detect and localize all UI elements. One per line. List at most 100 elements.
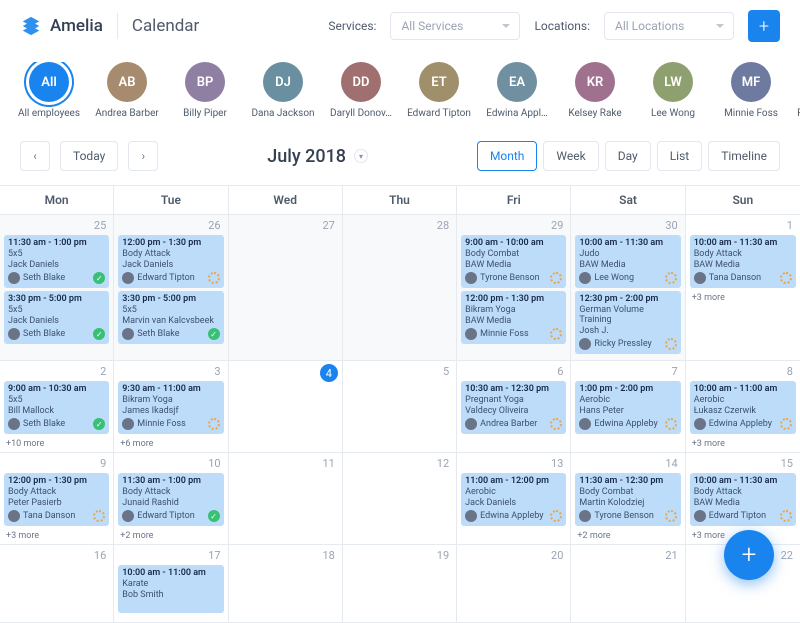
event-time: 10:30 am - 12:30 pm [465, 384, 562, 394]
day-cell[interactable]: 299:00 am - 10:00 amBody CombatBAW Media… [457, 215, 571, 361]
event-customer: BAW Media [694, 260, 792, 270]
avatar: All [29, 62, 69, 102]
more-link[interactable]: +6 more [118, 437, 223, 449]
avatar [694, 418, 706, 430]
divider [117, 13, 118, 39]
more-link[interactable]: +2 more [575, 529, 680, 541]
calendar-event[interactable]: 12:00 pm - 1:30 pmBody AttackJack Daniel… [118, 235, 223, 288]
more-link[interactable]: +3 more [4, 529, 109, 541]
calendar-event[interactable]: 3:30 pm - 5:00 pm5x5Jack DanielsSeth Bla… [4, 291, 109, 344]
employee-name: Dana Jackson [251, 108, 314, 119]
employee-filter[interactable]: KRKelsey Rake [566, 62, 624, 119]
fab-add-button[interactable]: + [724, 530, 774, 580]
day-cell[interactable]: 2612:00 pm - 1:30 pmBody AttackJack Dani… [114, 215, 228, 361]
brand-name: Amelia [50, 16, 103, 36]
view-week[interactable]: Week [543, 141, 598, 171]
day-number: 20 [461, 548, 566, 565]
day-cell[interactable]: 16 [0, 545, 114, 623]
day-cell[interactable]: 12 [343, 453, 457, 545]
day-cell[interactable]: 28 [343, 215, 457, 361]
employee-filter[interactable]: EAEdwina Appl… [488, 62, 546, 119]
day-cell[interactable]: 5 [343, 361, 457, 453]
calendar-event[interactable]: 10:00 am - 11:30 amBody AttackBAW MediaT… [690, 235, 796, 288]
day-cell[interactable]: 18 [229, 545, 343, 623]
employee-filter[interactable]: LWLee Wong [644, 62, 702, 119]
prev-button[interactable]: ‹ [20, 141, 50, 171]
day-cell[interactable]: 1411:30 am - 12:30 pmBody CombatMartin K… [571, 453, 685, 545]
event-time: 3:30 pm - 5:00 pm [8, 294, 105, 304]
next-button[interactable]: › [128, 141, 158, 171]
employee-filter[interactable]: MFMinnie Foss [722, 62, 780, 119]
avatar [465, 418, 477, 430]
today-button[interactable]: Today [60, 141, 118, 171]
calendar-event[interactable]: 10:30 am - 12:30 pmPregnant YogaValdecy … [461, 381, 566, 434]
day-cell[interactable]: 110:00 am - 11:30 amBody AttackBAW Media… [686, 215, 800, 361]
more-link[interactable]: +2 more [118, 529, 223, 541]
view-month[interactable]: Month [477, 141, 537, 171]
day-cell[interactable]: 912:00 pm - 1:30 pmBody AttackPeter Pasi… [0, 453, 114, 545]
employee-name: Lee Wong [651, 108, 695, 119]
employee-filter[interactable]: DJDana Jackson [254, 62, 312, 119]
more-link[interactable]: +10 more [4, 437, 109, 449]
day-number: 17 [118, 548, 223, 565]
avatar [465, 510, 477, 522]
dow-header: Sat [571, 186, 685, 215]
day-cell[interactable]: 3010:00 am - 11:30 amJudoBAW MediaLee Wo… [571, 215, 685, 361]
calendar-event[interactable]: 10:00 am - 11:30 amJudoBAW MediaLee Wong [575, 235, 680, 288]
event-employee: Minnie Foss [465, 328, 562, 340]
event-time: 11:30 am - 12:30 pm [579, 476, 676, 486]
day-cell[interactable]: 1710:00 am - 11:00 amKarateBob Smith [114, 545, 228, 623]
calendar-event[interactable]: 12:30 pm - 2:00 pmGerman Volume Training… [575, 291, 680, 354]
pending-icon [208, 418, 220, 430]
add-button[interactable]: + [748, 10, 780, 42]
calendar-event[interactable]: 11:30 am - 12:30 pmBody CombatMartin Kol… [575, 473, 680, 526]
month-label[interactable]: July 2018 ▾ [168, 146, 467, 167]
calendar-event[interactable]: 11:00 am - 12:00 pmAerobicJack DanielsEd… [461, 473, 566, 526]
day-cell[interactable]: 20 [457, 545, 571, 623]
avatar: KR [575, 62, 615, 102]
day-cell[interactable]: 1011:30 am - 1:00 pmBody AttackJunaid Ra… [114, 453, 228, 545]
calendar-event[interactable]: 10:00 am - 11:00 amAerobicŁukasz Czerwik… [690, 381, 796, 434]
day-cell[interactable]: 1311:00 am - 12:00 pmAerobicJack Daniels… [457, 453, 571, 545]
view-list[interactable]: List [657, 141, 703, 171]
calendar-event[interactable]: 9:00 am - 10:00 amBody CombatBAW MediaTy… [461, 235, 566, 288]
calendar-event[interactable]: 1:00 pm - 2:00 pmAerobicHans PeterEdwina… [575, 381, 680, 434]
employee-filter[interactable]: ABAndrea Barber [98, 62, 156, 119]
dow-header: Wed [229, 186, 343, 215]
day-cell[interactable]: 2511:30 am - 1:00 pm5x5Jack DanielsSeth … [0, 215, 114, 361]
day-cell[interactable]: 11 [229, 453, 343, 545]
more-link[interactable]: +3 more [690, 291, 796, 303]
employee-filter[interactable]: DDDaryll Donov… [332, 62, 390, 119]
day-cell[interactable]: 810:00 am - 11:00 amAerobicŁukasz Czerwi… [686, 361, 800, 453]
more-link[interactable]: +3 more [690, 437, 796, 449]
calendar-event[interactable]: 10:00 am - 11:30 amBody AttackBAW MediaE… [690, 473, 796, 526]
day-cell[interactable]: 71:00 pm - 2:00 pmAerobicHans PeterEdwin… [571, 361, 685, 453]
day-cell[interactable]: 4 [229, 361, 343, 453]
calendar-event[interactable]: 9:00 am - 10:30 am5x5Bill MallockSeth Bl… [4, 381, 109, 434]
event-time: 12:00 pm - 1:30 pm [122, 238, 219, 248]
day-cell[interactable]: 19 [343, 545, 457, 623]
employee-filter[interactable]: BPBilly Piper [176, 62, 234, 119]
calendar-event[interactable]: 12:00 pm - 1:30 pmBody AttackPeter Pasie… [4, 473, 109, 526]
day-cell[interactable]: 27 [229, 215, 343, 361]
locations-select[interactable]: All Locations [604, 12, 734, 40]
calendar-event[interactable]: 3:30 pm - 5:00 pm5x5Marvin van Kalcvsbee… [118, 291, 223, 344]
day-cell[interactable]: 29:00 am - 10:30 am5x5Bill MallockSeth B… [0, 361, 114, 453]
event-customer: BAW Media [579, 260, 676, 270]
calendar-event[interactable]: 9:30 am - 11:00 amBikram YogaJames Ikads… [118, 381, 223, 434]
calendar-event[interactable]: 12:00 pm - 1:30 pmBikram YogaBAW MediaMi… [461, 291, 566, 344]
day-cell[interactable]: 610:30 am - 12:30 pmPregnant YogaValdecy… [457, 361, 571, 453]
avatar [579, 272, 591, 284]
calendar-event[interactable]: 11:30 am - 1:00 pmBody AttackJunaid Rash… [118, 473, 223, 526]
dow-header: Tue [114, 186, 228, 215]
view-timeline[interactable]: Timeline [708, 141, 780, 171]
employee-filter[interactable]: ETEdward Tipton [410, 62, 468, 119]
view-day[interactable]: Day [605, 141, 651, 171]
employee-filter[interactable]: AllAll employees [20, 62, 78, 119]
services-select[interactable]: All Services [390, 12, 520, 40]
day-cell[interactable]: 21 [571, 545, 685, 623]
avatar: DD [341, 62, 381, 102]
event-time: 11:00 am - 12:00 pm [465, 476, 562, 486]
day-cell[interactable]: 39:30 am - 11:00 amBikram YogaJames Ikad… [114, 361, 228, 453]
calendar-event[interactable]: 11:30 am - 1:00 pm5x5Jack DanielsSeth Bl… [4, 235, 109, 288]
